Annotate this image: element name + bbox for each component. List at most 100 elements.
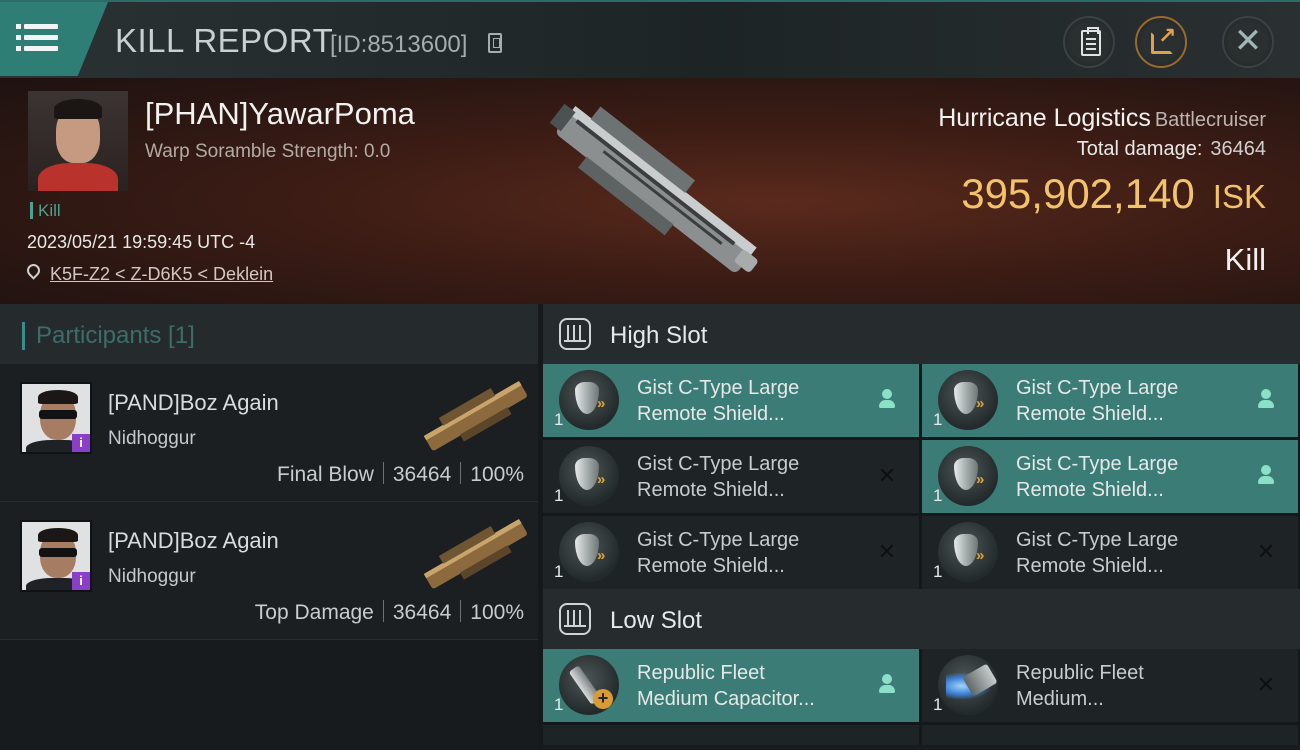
total-damage-label: Total damage: [1076, 138, 1203, 160]
low-slot-title: Low Slot [610, 607, 703, 634]
module-quantity: 1 [933, 486, 943, 505]
avatar-glasses [39, 548, 77, 557]
module-item-partial[interactable] [922, 725, 1298, 745]
person-icon [875, 388, 899, 412]
module-item[interactable]: + 1 Republic Fleet Medium Capacitor... [543, 649, 919, 722]
stat-divider [382, 462, 384, 484]
module-name-line2: Remote Shield... [637, 479, 785, 501]
module-name: Gist C-Type Large Remote Shield... [1016, 451, 1256, 503]
module-name-line1: Republic Fleet [637, 662, 765, 684]
x-icon: ✕ [1256, 539, 1276, 564]
clipboard-button[interactable] [1063, 16, 1115, 68]
chevron-icon: » [597, 395, 606, 412]
ship-name[interactable]: Hurricane Logistics [938, 104, 1151, 132]
clipboard-line [1086, 43, 1096, 45]
low-slot-modules: + 1 Republic Fleet Medium Capacitor... 1 … [543, 649, 1300, 745]
module-item[interactable]: 1 Republic Fleet Medium... ✕ [922, 649, 1298, 722]
module-quantity: 1 [933, 695, 943, 714]
module-name-line1: Republic Fleet [1016, 662, 1144, 684]
module-name: Republic Fleet Medium Capacitor... [637, 660, 877, 712]
chevron-icon: » [597, 547, 606, 564]
participant-percent: 100% [470, 463, 524, 486]
hamburger-menu-icon-bar [16, 35, 58, 40]
kill-result: Kill [1224, 242, 1266, 277]
info-badge-icon[interactable]: i [72, 572, 90, 590]
person-head [882, 389, 892, 399]
module-name-line1: Gist C-Type Large [637, 453, 800, 475]
header-accent [22, 322, 25, 350]
ship-type: Hurricane Logistics Battlecruiser [938, 104, 1266, 133]
participant-role: Top Damage [254, 601, 374, 624]
close-button[interactable]: ✕ [1222, 16, 1274, 68]
participant-ship-image [423, 380, 527, 451]
participant-name[interactable]: [PAND]Boz Again [108, 528, 279, 554]
stat-divider [460, 600, 462, 622]
participants-title: Participants [1] [36, 322, 195, 349]
module-item[interactable]: » 1 Gist C-Type Large Remote Shield... [543, 364, 919, 437]
avatar-glasses [39, 410, 77, 419]
kill-tag: Kill [30, 202, 61, 219]
module-item[interactable]: » 1 Gist C-Type Large Remote Shield... [922, 364, 1298, 437]
remote-shield-module-icon: » [938, 522, 998, 582]
participant-row[interactable]: i [PAND]Boz Again Nidhoggur Top Damage 36… [0, 502, 538, 640]
module-item[interactable]: » 1 Gist C-Type Large Remote Shield... ✕ [543, 440, 919, 513]
copy-icon[interactable] [488, 33, 502, 53]
avatar-hair [38, 528, 78, 542]
participant-stats: Top Damage 36464 100% [255, 600, 524, 625]
remote-shield-module-icon: » [938, 446, 998, 506]
module-name: Gist C-Type Large Remote Shield... [637, 375, 877, 427]
info-badge-icon[interactable]: i [72, 434, 90, 452]
victim-ship-image [549, 103, 758, 272]
module-item-partial[interactable] [543, 725, 919, 745]
module-name: Republic Fleet Medium... [1016, 660, 1256, 712]
low-slot-header: Low Slot [543, 589, 1300, 649]
person-icon [875, 673, 899, 697]
shield-shape [575, 382, 599, 414]
clipboard-line [1086, 38, 1096, 40]
module-item[interactable]: » 1 Gist C-Type Large Remote Shield... ✕ [543, 516, 919, 589]
stat-divider [382, 600, 384, 622]
module-name-line2: Remote Shield... [1016, 403, 1164, 425]
power-module-icon [938, 655, 998, 715]
menu-button[interactable] [0, 2, 108, 76]
module-name-line2: Remote Shield... [1016, 555, 1164, 577]
victim-name[interactable]: [PHAN]YawarPoma [145, 96, 415, 132]
victim-avatar[interactable] [28, 91, 128, 191]
shield-shape [575, 534, 599, 566]
remote-shield-module-icon: » [938, 370, 998, 430]
module-item[interactable]: » 1 Gist C-Type Large Remote Shield... [922, 440, 1298, 513]
person-head [1261, 465, 1271, 475]
clipboard-icon [1081, 27, 1101, 56]
shield-shape [954, 458, 978, 490]
hamburger-menu-icon-bar [16, 46, 58, 51]
fittings-panel: High Slot » 1 Gist C-Type Large Remote Sh… [543, 304, 1300, 750]
participant-row[interactable]: i [PAND]Boz Again Nidhoggur Final Blow 36… [0, 364, 538, 502]
clipboard-line [1086, 48, 1096, 50]
module-quantity: 1 [554, 486, 564, 505]
person-torso [1258, 476, 1274, 484]
participant-name[interactable]: [PAND]Boz Again [108, 390, 279, 416]
remote-shield-module-icon: » [559, 446, 619, 506]
total-damage-value: 36464 [1210, 138, 1266, 160]
high-slot-icon [559, 318, 591, 350]
shield-shape [954, 382, 978, 414]
module-name-line2: Remote Shield... [637, 403, 785, 425]
x-icon: ✕ [877, 463, 897, 488]
participant-damage: 36464 [392, 601, 452, 624]
person-icon [1254, 464, 1278, 488]
capacitor-module-icon: + [559, 655, 619, 715]
high-slot-title: High Slot [610, 322, 708, 349]
top-bar: KILL REPORT [ID:8513600] ✕ [0, 0, 1300, 78]
module-quantity: 1 [554, 410, 564, 429]
remote-shield-module-icon: » [559, 522, 619, 582]
share-button[interactable] [1135, 16, 1187, 68]
share-icon [1151, 23, 1176, 54]
total-damage: Total damage: 36464 [1077, 138, 1266, 161]
module-name-line2: Remote Shield... [1016, 479, 1164, 501]
participant-ship: Nidhoggur [108, 428, 196, 449]
chevron-icon: » [976, 471, 985, 488]
module-name-line1: Gist C-Type Large [1016, 377, 1179, 399]
x-icon: ✕ [877, 539, 897, 564]
location-link[interactable]: K5F-Z2 < Z-D6K5 < Deklein [50, 264, 273, 285]
module-item[interactable]: » 1 Gist C-Type Large Remote Shield... ✕ [922, 516, 1298, 589]
